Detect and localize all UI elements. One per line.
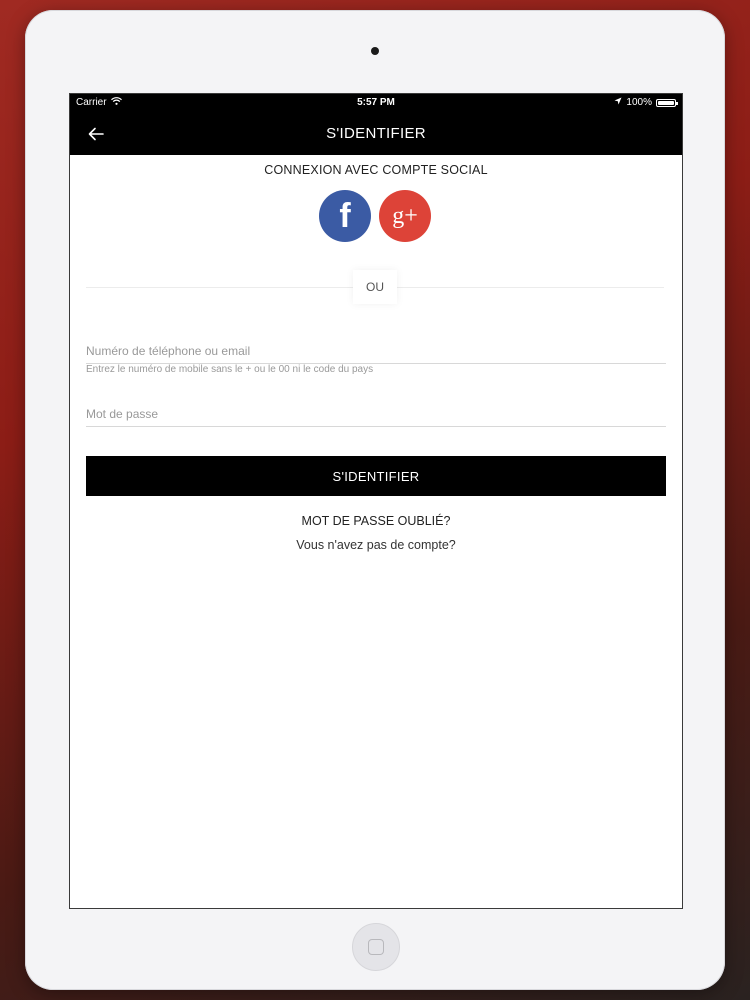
battery-percent: 100% xyxy=(626,97,652,108)
no-account-link[interactable]: Vous n'avez pas de compte? xyxy=(70,538,682,552)
google-plus-login-button[interactable]: g+ xyxy=(379,190,431,242)
status-time: 5:57 PM xyxy=(357,97,395,108)
app-screen: Carrier 5:57 PM 100% S'IDENTIFIER CONNEX… xyxy=(69,93,683,909)
google-plus-icon: g+ xyxy=(392,202,418,229)
login-submit-button[interactable]: S'IDENTIFIER xyxy=(86,456,666,496)
navigation-bar: S'IDENTIFIER xyxy=(70,112,682,155)
or-divider-label: OU xyxy=(353,270,397,304)
page-title: S'IDENTIFIER xyxy=(326,125,426,142)
home-square-icon xyxy=(368,939,384,955)
battery-level xyxy=(658,100,674,105)
battery-icon xyxy=(656,98,678,107)
status-right: 100% xyxy=(614,97,678,108)
password-input[interactable] xyxy=(86,405,666,427)
phone-hint-text: Entrez le numéro de mobile sans le + ou … xyxy=(86,364,374,375)
facebook-login-button[interactable]: f xyxy=(319,190,371,242)
home-button[interactable] xyxy=(352,923,400,971)
tablet-frame: Carrier 5:57 PM 100% S'IDENTIFIER CONNEX… xyxy=(25,10,725,990)
phone-or-email-input[interactable] xyxy=(86,342,666,364)
forgot-password-link[interactable]: MOT DE PASSE OUBLIÉ? xyxy=(70,514,682,528)
status-bar: Carrier 5:57 PM 100% xyxy=(70,94,682,112)
facebook-icon: f xyxy=(339,196,351,235)
front-camera xyxy=(371,47,379,55)
location-arrow-icon xyxy=(614,97,622,108)
social-login-heading: CONNEXION AVEC COMPTE SOCIAL xyxy=(264,163,488,177)
